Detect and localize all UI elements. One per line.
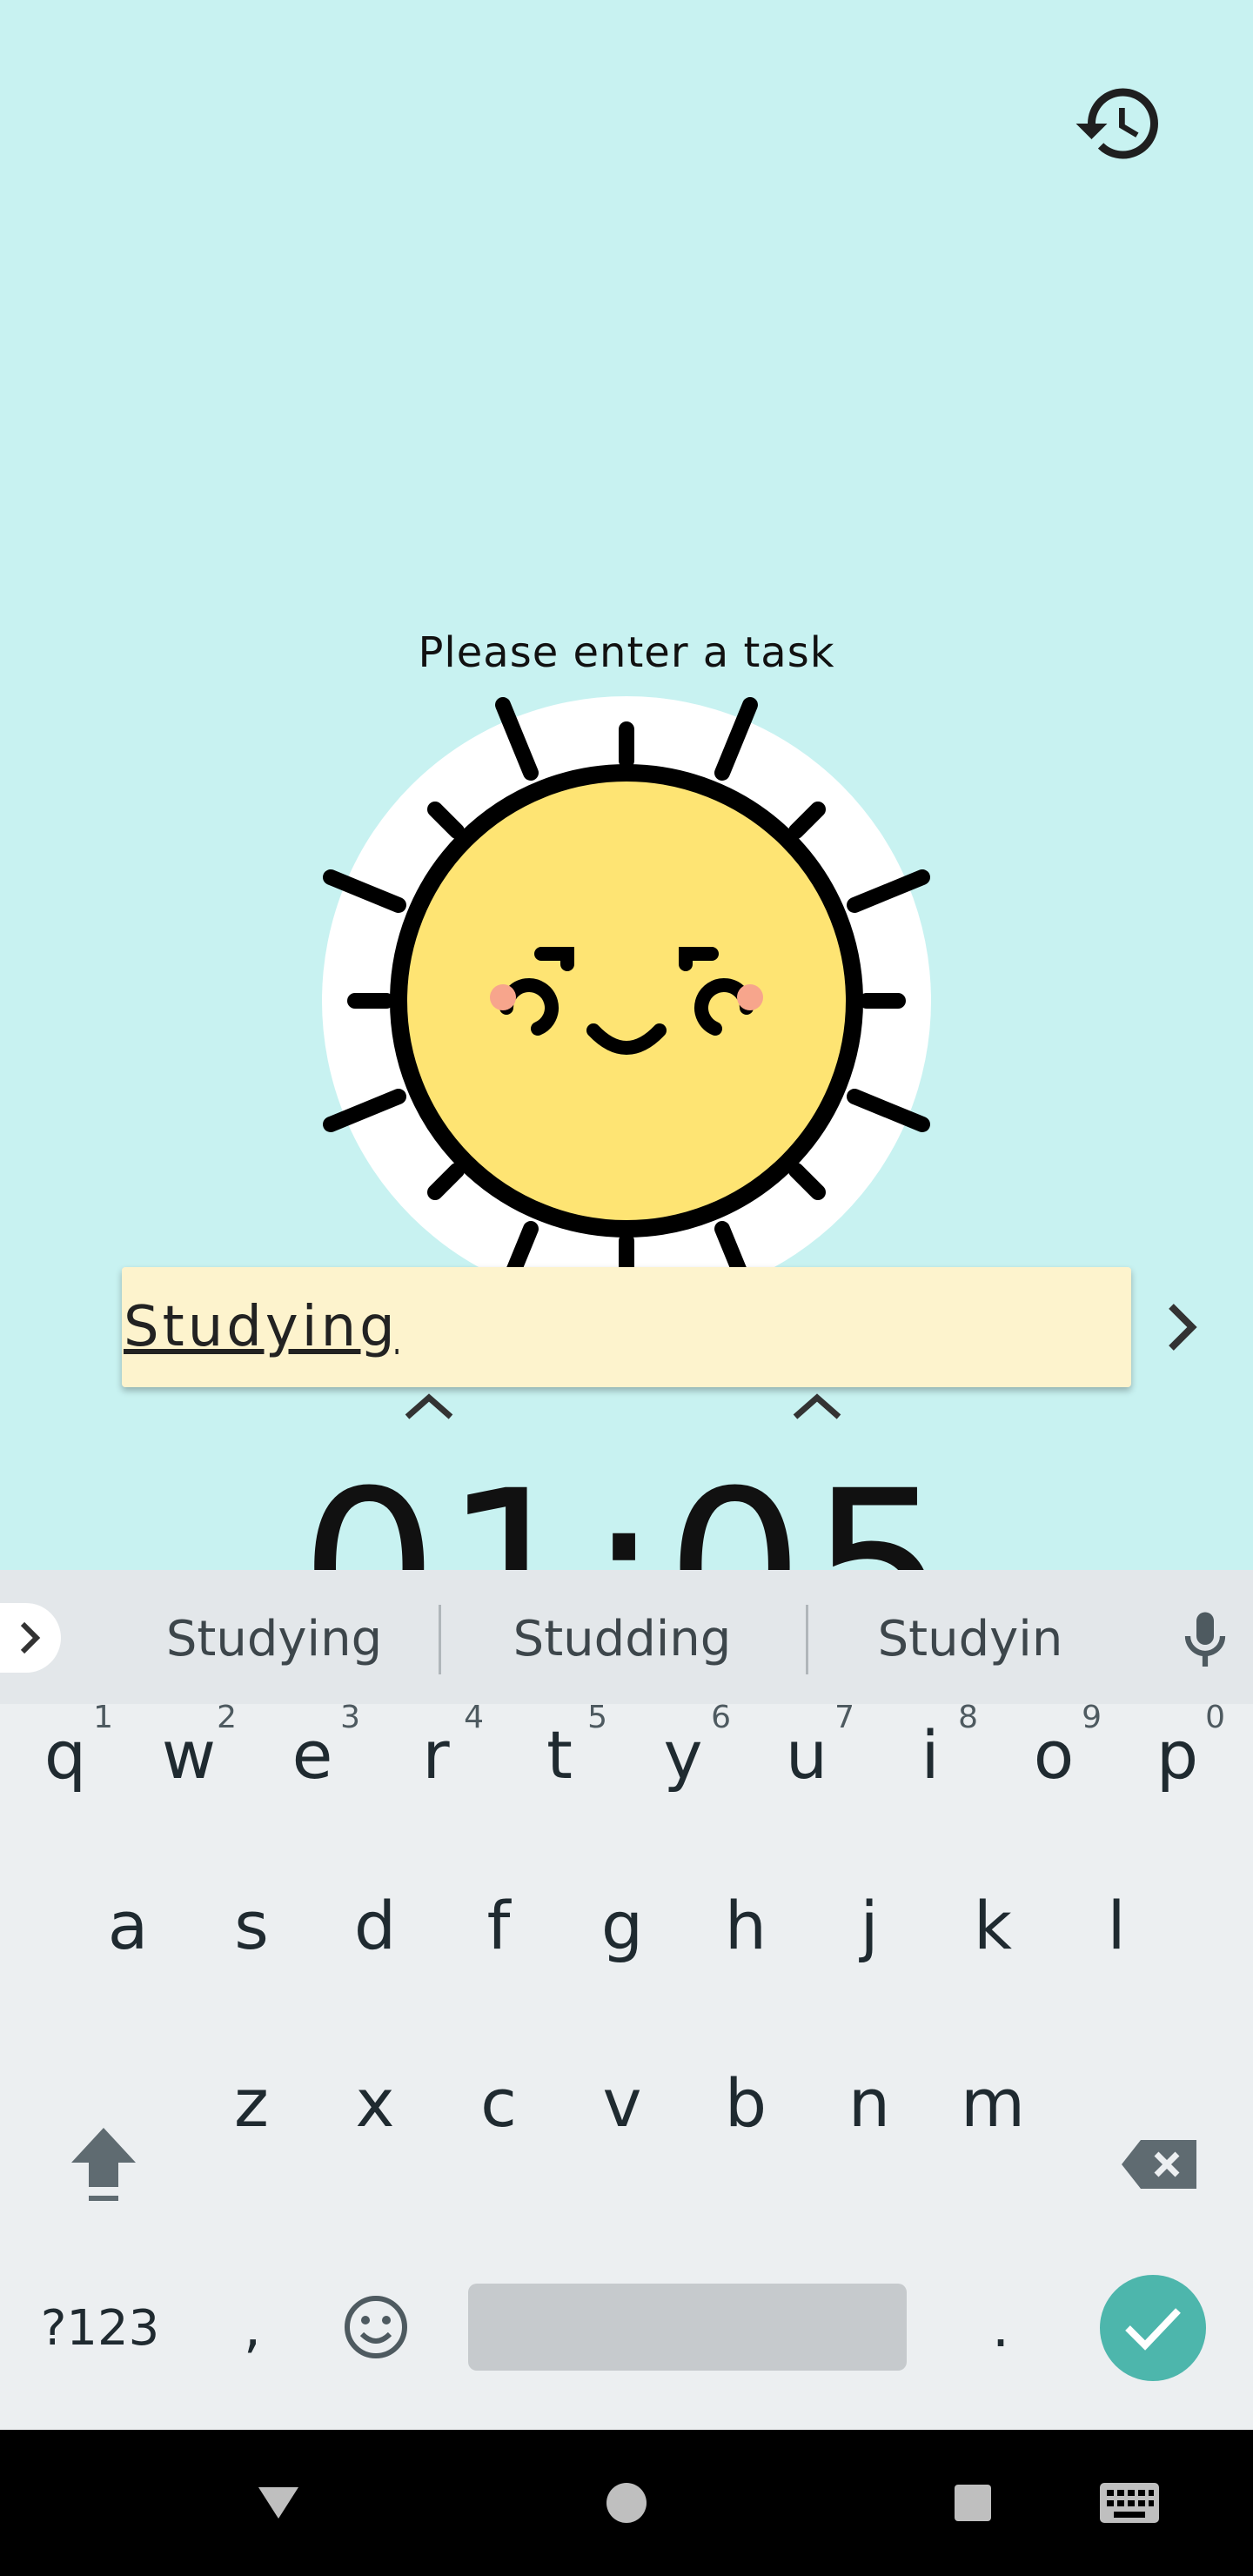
key-hint: 4 — [464, 1700, 484, 1735]
key-k[interactable]: k — [936, 1861, 1049, 1991]
suggestion-divider — [439, 1605, 441, 1674]
recents-square-icon — [955, 2485, 991, 2521]
emoji-key[interactable] — [324, 2273, 428, 2381]
suggestion-2[interactable]: Studding — [479, 1605, 766, 1674]
history-button[interactable] — [1069, 73, 1169, 174]
sun-illustration — [313, 688, 940, 1314]
key-o[interactable]: o9 — [997, 1690, 1110, 1821]
key-hint: 0 — [1205, 1700, 1225, 1735]
key-s[interactable]: s — [195, 1861, 308, 1991]
keyboard-switch-button[interactable] — [1077, 2468, 1182, 2538]
key-hint: 9 — [1082, 1700, 1102, 1735]
chevron-up-icon — [793, 1393, 841, 1419]
shift-icon — [71, 2128, 136, 2201]
key-t[interactable]: t5 — [503, 1690, 616, 1821]
key-n[interactable]: n — [813, 2038, 926, 2169]
microphone-icon — [1184, 1612, 1226, 1667]
history-icon — [1075, 88, 1158, 159]
increase-seconds-button[interactable] — [787, 1385, 848, 1426]
key-w[interactable]: w2 — [132, 1690, 245, 1821]
suggestion-3[interactable]: Studyin — [827, 1605, 1114, 1674]
key-label: u — [785, 1716, 828, 1794]
home-circle-icon — [606, 2483, 647, 2523]
suggestion-1[interactable]: Studying — [131, 1605, 418, 1674]
emoji-icon — [345, 2296, 407, 2358]
sun-icon — [322, 696, 931, 1305]
key-q[interactable]: q1 — [9, 1690, 122, 1821]
key-p[interactable]: p0 — [1121, 1690, 1234, 1821]
system-navigation-bar — [0, 2430, 1253, 2576]
suggestion-bar: Studying Studding Studyin — [0, 1570, 1253, 1704]
suggestion-divider — [806, 1605, 808, 1674]
done-key[interactable] — [1100, 2275, 1206, 2381]
shift-key[interactable] — [47, 2099, 160, 2230]
back-triangle-icon — [258, 2487, 298, 2519]
chevron-right-icon — [1169, 1304, 1197, 1351]
key-label: i — [921, 1716, 940, 1794]
key-hint: 2 — [217, 1700, 237, 1735]
period-key[interactable]: . — [948, 2263, 1053, 2393]
expand-toolbar-button[interactable] — [0, 1603, 61, 1673]
task-input-container — [122, 1267, 1131, 1387]
key-label: t — [546, 1716, 573, 1794]
timer-display: 01:05 — [0, 1462, 1253, 1571]
key-b[interactable]: b — [689, 2038, 802, 2169]
key-label: r — [422, 1716, 450, 1794]
key-hint: 5 — [587, 1700, 607, 1735]
chevron-up-icon — [405, 1393, 453, 1419]
back-button[interactable] — [244, 2468, 313, 2538]
key-label: p — [1156, 1716, 1199, 1794]
key-label: e — [291, 1716, 333, 1794]
key-f[interactable]: f — [442, 1861, 555, 1991]
next-button[interactable] — [1150, 1295, 1215, 1359]
checkmark-icon — [1125, 2308, 1181, 2351]
backspace-key[interactable] — [1103, 2099, 1216, 2230]
key-i[interactable]: i8 — [874, 1690, 987, 1821]
key-hint: 3 — [340, 1700, 360, 1735]
key-z[interactable]: z — [195, 2038, 308, 2169]
increase-minutes-button[interactable] — [399, 1385, 459, 1426]
symbols-key[interactable]: ?123 — [26, 2263, 174, 2393]
key-j[interactable]: j — [813, 1861, 926, 1991]
home-button[interactable] — [592, 2468, 661, 2538]
voice-input-button[interactable] — [1166, 1601, 1244, 1680]
space-key[interactable] — [468, 2284, 907, 2371]
key-r[interactable]: r4 — [379, 1690, 492, 1821]
comma-key[interactable]: , — [200, 2263, 305, 2393]
key-l[interactable]: l — [1060, 1861, 1173, 1991]
key-d[interactable]: d — [318, 1861, 432, 1991]
key-a[interactable]: a — [71, 1861, 184, 1991]
keyboard-icon — [1100, 2483, 1159, 2523]
key-label: w — [161, 1716, 217, 1794]
key-label: o — [1033, 1716, 1075, 1794]
task-input[interactable] — [122, 1267, 1131, 1387]
key-e[interactable]: e3 — [256, 1690, 369, 1821]
key-h[interactable]: h — [689, 1861, 802, 1991]
key-c[interactable]: c — [442, 2038, 555, 2169]
key-g[interactable]: g — [566, 1861, 679, 1991]
timer-app-screen: Please enter a task Studying — [0, 0, 1253, 1570]
backspace-icon — [1122, 2140, 1196, 2189]
key-label: q — [44, 1716, 87, 1794]
key-hint: 7 — [834, 1700, 854, 1735]
key-x[interactable]: x — [318, 2038, 432, 2169]
key-label: y — [663, 1716, 703, 1794]
recents-button[interactable] — [938, 2468, 1008, 2538]
key-hint: 6 — [711, 1700, 731, 1735]
key-hint: 8 — [958, 1700, 978, 1735]
chevron-right-icon — [20, 1621, 41, 1654]
key-u[interactable]: u7 — [750, 1690, 863, 1821]
key-y[interactable]: y6 — [626, 1690, 740, 1821]
task-prompt: Please enter a task — [418, 628, 835, 677]
key-v[interactable]: v — [566, 2038, 679, 2169]
key-hint: 1 — [93, 1700, 113, 1735]
key-m[interactable]: m — [936, 2038, 1049, 2169]
